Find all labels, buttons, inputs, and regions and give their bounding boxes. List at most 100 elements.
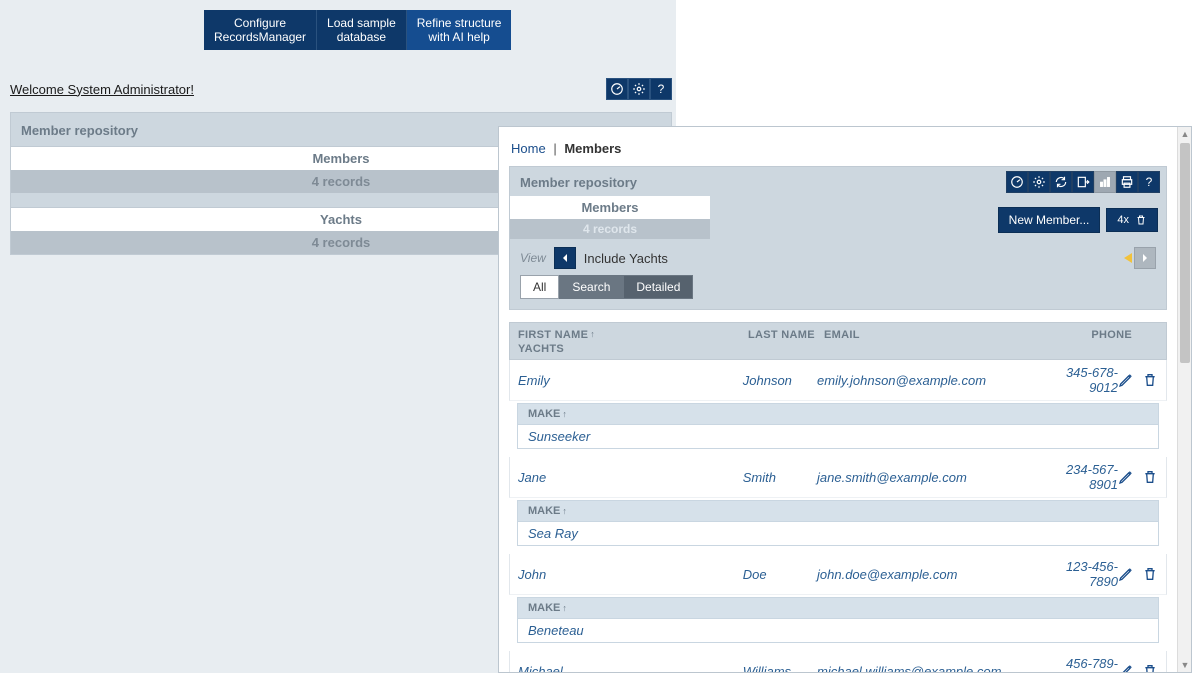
view-next-button[interactable] [1134,247,1156,269]
nested-th-make-label: MAKE [528,602,560,614]
edit-icon[interactable] [1118,566,1134,582]
th-phone[interactable]: PHONE [1054,329,1132,341]
members-table: FIRST NAME↑ LAST NAME EMAIL PHONE YACHTS… [509,322,1167,673]
th-first-name-label: FIRST NAME [518,329,588,341]
cell-first-name: John [518,567,743,582]
row-actions [1118,566,1158,582]
view-row: View Include Yachts [510,239,1166,275]
edit-icon[interactable] [1118,469,1134,485]
th-last-name[interactable]: LAST NAME [748,329,824,341]
trash-icon[interactable] [1142,663,1158,673]
panel-inner: Home | Members Member repository ? Membe… [499,127,1177,672]
cell-last-name: Johnson [743,373,817,388]
dashboard-icon[interactable] [606,78,628,100]
refine-structure-ai-button[interactable]: Refine structure with AI help [407,10,512,50]
subtab-rest: New Member... 4x [710,196,1166,239]
trash-icon[interactable] [1142,372,1158,388]
print-icon[interactable] [1116,171,1138,193]
row-actions [1118,372,1158,388]
tab-all[interactable]: All [520,275,559,299]
cell-first-name: Jane [518,470,743,485]
breadcrumb-home[interactable]: Home [511,141,546,156]
gear-icon[interactable] [628,78,650,100]
members-sub-block: Member repository ? Members 4 records [509,166,1167,310]
cell-last-name: Williams [743,664,817,673]
table-row[interactable]: Emily Johnson emily.johnson@example.com … [509,360,1167,401]
load-sample-db-button[interactable]: Load sample database [317,10,407,50]
breadcrumb-sep: | [549,141,560,156]
btn-line2: database [337,30,386,44]
btn-line1: Configure [234,16,286,30]
table-header: FIRST NAME↑ LAST NAME EMAIL PHONE YACHTS [509,322,1167,360]
nested-th-make[interactable]: MAKE↑ [518,501,1158,522]
nested-th-make-label: MAKE [528,408,560,420]
scrollbar[interactable]: ▲ ▼ [1177,127,1191,672]
btn-line1: Refine structure [417,16,502,30]
help-label: ? [658,82,665,96]
view-prev-button[interactable] [554,247,576,269]
sub-toolbar: ? [1006,171,1160,193]
help-icon[interactable]: ? [1138,171,1160,193]
nested-th-make[interactable]: MAKE↑ [518,598,1158,619]
cell-email: jane.smith@example.com [817,470,1042,485]
nested-cell-make[interactable]: Sunseeker [518,425,1158,448]
help-icon[interactable]: ? [650,78,672,100]
breadcrumb-current: Members [564,141,621,156]
configure-recordsmanager-button[interactable]: Configure RecordsManager [204,10,317,50]
sort-asc-icon: ↑ [562,409,567,419]
nested-yachts: MAKE↑ Sea Ray [517,500,1159,546]
header-icon-group: ? [606,78,672,100]
welcome-row: Welcome System Administrator! ? [10,78,672,100]
trash-icon [1135,214,1147,226]
btn-line2: with AI help [428,30,489,44]
cell-email: emily.johnson@example.com [817,373,1042,388]
action-bar: New Member... 4x [998,207,1158,233]
config-bar: Configure RecordsManager Load sample dat… [204,10,511,50]
th-yachts[interactable]: YACHTS [518,343,1158,355]
scroll-up-icon[interactable]: ▲ [1178,127,1192,141]
refresh-icon[interactable] [1050,171,1072,193]
th-email[interactable]: EMAIL [824,329,1054,341]
dashboard-icon[interactable] [1006,171,1028,193]
cell-first-name: Emily [518,373,743,388]
nested-th-make-label: MAKE [528,505,560,517]
subtab-members[interactable]: Members 4 records [510,196,710,239]
subtab-row: Members 4 records New Member... 4x [510,196,1166,239]
warning-indicator-icon [1124,253,1132,263]
cell-email: john.doe@example.com [817,567,1042,582]
help-label: ? [1146,175,1153,189]
trash-icon[interactable] [1142,469,1158,485]
delete-all-button[interactable]: 4x [1106,208,1158,232]
gear-icon[interactable] [1028,171,1050,193]
trash-icon[interactable] [1142,566,1158,582]
tab-search[interactable]: Search [559,275,623,299]
th-first-name[interactable]: FIRST NAME↑ [518,329,748,341]
nested-cell-make[interactable]: Beneteau [518,619,1158,642]
cell-phone: 345-678-9012 [1042,365,1118,395]
welcome-user-link[interactable]: Welcome System Administrator! [10,82,194,97]
btn-line1: Load sample [327,16,396,30]
export-icon[interactable] [1072,171,1094,193]
cell-phone: 234-567-8901 [1042,462,1118,492]
table-row[interactable]: John Doe john.doe@example.com 123-456-78… [509,554,1167,595]
cell-first-name: Michael [518,664,743,673]
view-current: Include Yachts [584,251,668,266]
nested-th-make[interactable]: MAKE↑ [518,404,1158,425]
cell-phone: 456-789-0123 [1042,656,1118,673]
tab-detailed[interactable]: Detailed [623,275,693,299]
sort-asc-icon: ↑ [562,603,567,613]
scroll-thumb[interactable] [1180,143,1190,363]
edit-icon[interactable] [1118,372,1134,388]
cell-last-name: Doe [743,567,817,582]
new-member-label: New Member... [1009,213,1090,227]
new-member-button[interactable]: New Member... [998,207,1101,233]
row-actions [1118,469,1158,485]
cell-phone: 123-456-7890 [1042,559,1118,589]
detail-panel: ▲ ▼ Home | Members Member repository ? M… [498,126,1192,673]
table-row[interactable]: Michael Williams michael.williams@exampl… [509,651,1167,673]
edit-icon[interactable] [1118,663,1134,673]
scroll-down-icon[interactable]: ▼ [1178,658,1192,672]
nested-cell-make[interactable]: Sea Ray [518,522,1158,545]
nested-yachts: MAKE↑ Sunseeker [517,403,1159,449]
table-row[interactable]: Jane Smith jane.smith@example.com 234-56… [509,457,1167,498]
